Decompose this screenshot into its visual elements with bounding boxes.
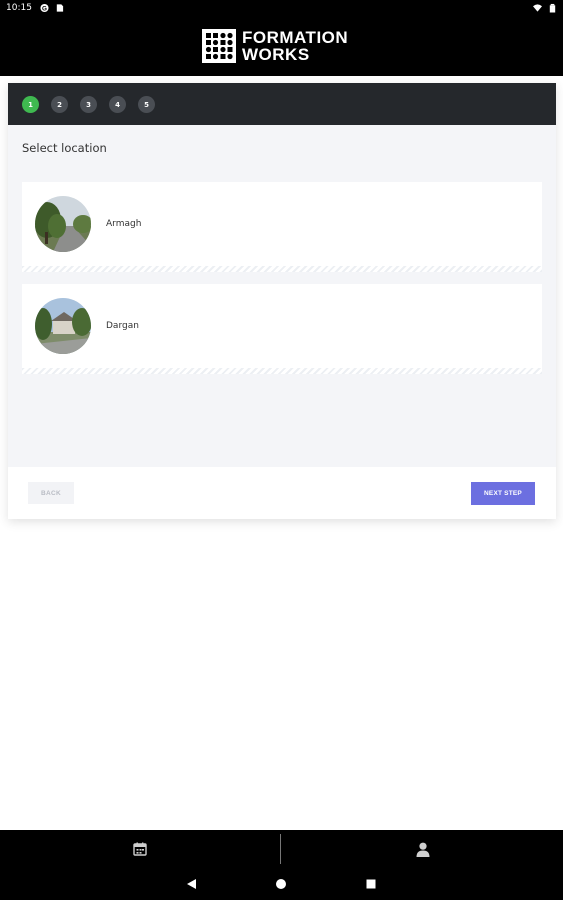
nav-back-button[interactable] <box>183 876 199 892</box>
nav-home-button[interactable] <box>273 876 289 892</box>
nav-recents-button[interactable] <box>363 876 379 892</box>
bottom-tab-bar <box>0 830 563 868</box>
calendar-icon <box>133 842 147 856</box>
wizard-footer: BACK NEXT STEP <box>8 467 556 519</box>
status-icons-right <box>533 3 557 13</box>
tab-calendar[interactable] <box>0 830 280 868</box>
wifi-icon <box>533 4 542 12</box>
sim-card-icon <box>56 4 64 12</box>
wizard-card: 1 2 3 4 5 Select location Armagh Dargan … <box>8 83 556 519</box>
back-triangle-icon <box>187 879 196 889</box>
step-3[interactable]: 3 <box>80 96 97 113</box>
person-icon <box>416 842 430 857</box>
page-title: Select location <box>22 141 107 155</box>
logo-grid-icon <box>202 29 236 63</box>
logo-wordmark: FORMATION WORKS <box>242 29 348 63</box>
step-5[interactable]: 5 <box>138 96 155 113</box>
house-with-trees-photo <box>35 298 91 354</box>
back-button[interactable]: BACK <box>28 482 74 504</box>
tab-divider <box>280 834 281 864</box>
step-1[interactable]: 1 <box>22 96 39 113</box>
battery-icon <box>549 3 556 13</box>
home-circle-icon <box>276 879 286 889</box>
tab-profile[interactable] <box>283 830 563 868</box>
app-header: FORMATION WORKS <box>0 18 563 76</box>
step-2[interactable]: 2 <box>51 96 68 113</box>
item-divider <box>22 266 542 272</box>
next-step-button[interactable]: NEXT STEP <box>471 482 535 505</box>
location-item-armagh[interactable]: Armagh <box>22 182 542 272</box>
location-name: Dargan <box>106 321 139 331</box>
status-icons-left: G <box>40 3 64 13</box>
svg-text:G: G <box>42 5 47 12</box>
tree-lined-road-photo <box>35 196 91 252</box>
step-4[interactable]: 4 <box>109 96 126 113</box>
stepper: 1 2 3 4 5 <box>8 83 556 125</box>
logo-line-1: FORMATION <box>242 28 349 47</box>
recents-square-icon <box>366 879 376 889</box>
location-thumbnail <box>35 298 91 354</box>
status-time: 10:15 <box>6 3 32 13</box>
status-bar: 10:15 G <box>0 0 563 18</box>
google-icon: G <box>40 3 49 12</box>
location-name: Armagh <box>106 219 142 229</box>
logo-line-2: WORKS <box>242 45 310 64</box>
formation-works-logo: FORMATION WORKS <box>202 29 348 63</box>
location-thumbnail <box>35 196 91 252</box>
location-item-dargan[interactable]: Dargan <box>22 284 542 374</box>
system-nav-bar <box>0 868 563 900</box>
item-divider <box>22 368 542 374</box>
